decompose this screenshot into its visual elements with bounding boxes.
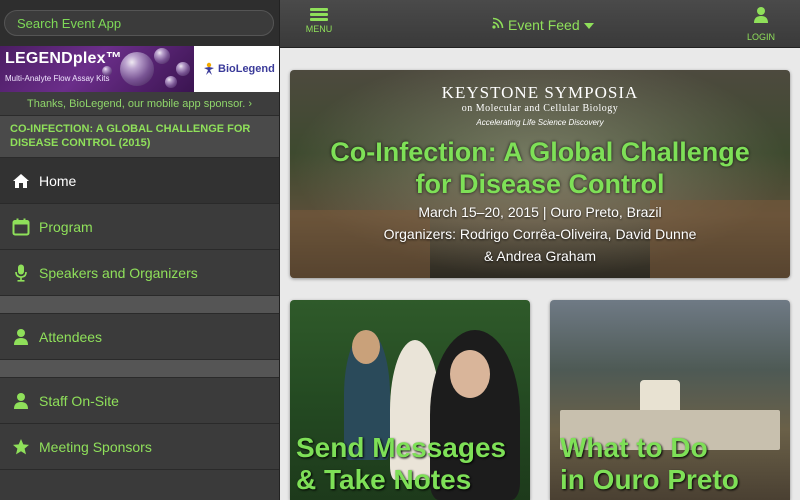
nav-item-label: Speakers and Organizers xyxy=(39,264,198,281)
event-title: CO-INFECTION: A GLOBAL CHALLENGE FOR DIS… xyxy=(0,116,279,158)
nav-item-label: Meeting Sponsors xyxy=(39,438,152,455)
nav-item-sponsors[interactable]: Meeting Sponsors xyxy=(0,424,279,470)
hero-headline-line-1: Co-Infection: A Global Challenge xyxy=(330,137,750,167)
search-input[interactable] xyxy=(4,10,274,36)
sponsor-banner[interactable]: LEGENDplex™ Multi-Analyte Flow Assay Kit… xyxy=(0,46,279,92)
hero-tagline: Accelerating Life Science Discovery xyxy=(476,118,604,127)
nav-divider xyxy=(0,360,279,378)
sponsor-product-title: LEGENDplex™ xyxy=(5,50,122,67)
nav-item-label: Staff On-Site xyxy=(39,392,119,409)
home-icon xyxy=(12,172,30,190)
event-feed-label: Event Feed xyxy=(508,17,580,33)
nav-divider xyxy=(0,296,279,314)
send-messages-tile-text: Send Messages & Take Notes xyxy=(296,432,507,495)
event-hero-banner[interactable]: KEYSTONE SYMPOSIA on Molecular and Cellu… xyxy=(290,70,790,278)
nav-item-label: Attendees xyxy=(39,328,103,345)
login-button[interactable]: LOGIN xyxy=(744,6,778,42)
nav-item-staff[interactable]: Staff On-Site xyxy=(0,378,279,424)
login-label: LOGIN xyxy=(746,32,775,42)
top-bar: MENU Event Feed LOGIN xyxy=(280,0,800,48)
nav-item-label: Home xyxy=(39,172,77,189)
sponsor-thanks-link[interactable]: Thanks, BioLegend, our mobile app sponso… xyxy=(0,92,279,116)
menu-button[interactable]: MENU xyxy=(300,6,338,42)
nav-item-home[interactable]: Home xyxy=(0,158,279,204)
search-bar xyxy=(0,0,279,46)
caret-down-icon xyxy=(583,16,594,34)
what-to-do-tile-text: What to Do in Ouro Preto xyxy=(560,432,739,495)
nav-item-program[interactable]: Program xyxy=(0,204,279,250)
legendplex-ad[interactable]: LEGENDplex™ Multi-Analyte Flow Assay Kit… xyxy=(0,46,194,92)
menu-label: MENU xyxy=(305,24,333,34)
hero-organizers-2: & Andrea Graham xyxy=(483,248,597,264)
rss-icon xyxy=(492,16,504,34)
hero-headline: Co-Infection: A Global Challenge for Dis… xyxy=(290,136,790,200)
user-icon xyxy=(753,7,769,28)
sponsor-product-subtitle: Multi-Analyte Flow Assay Kits xyxy=(5,74,110,83)
nav-item-label: Program xyxy=(39,218,93,235)
biolegend-logo[interactable]: BioLegend xyxy=(194,46,279,92)
person-icon xyxy=(12,328,30,346)
biolegend-figure-icon xyxy=(204,62,214,75)
hero-org-subtitle: on Molecular and Cellular Biology xyxy=(461,103,619,114)
hero-org-name: KEYSTONE SYMPOSIA xyxy=(441,83,639,102)
nav-item-attendees[interactable]: Attendees xyxy=(0,314,279,360)
event-feed-dropdown[interactable]: Event Feed xyxy=(492,15,594,35)
microphone-icon xyxy=(12,264,30,282)
sidebar: LEGENDplex™ Multi-Analyte Flow Assay Kit… xyxy=(0,0,280,500)
hero-organizers-1: Organizers: Rodrigo Corrêa-Oliveira, Dav… xyxy=(383,226,697,242)
calendar-icon xyxy=(12,218,30,236)
what-to-do-tile[interactable]: What to Do in Ouro Preto xyxy=(550,300,790,500)
person-icon xyxy=(12,392,30,410)
sponsor-company-name: BioLegend xyxy=(218,63,275,75)
nav-item-speakers[interactable]: Speakers and Organizers xyxy=(0,250,279,296)
send-messages-tile[interactable]: Send Messages & Take Notes xyxy=(290,300,530,500)
hero-headline-line-2: for Disease Control xyxy=(415,169,665,199)
hero-dates: March 15–20, 2015 | Ouro Preto, Brazil xyxy=(418,204,662,220)
star-icon xyxy=(12,438,30,456)
hamburger-icon xyxy=(300,8,338,21)
